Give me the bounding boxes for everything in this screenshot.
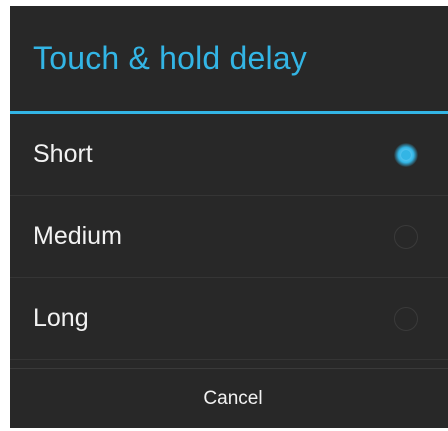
cancel-button-label: Cancel (203, 387, 263, 409)
option-short[interactable]: Short (10, 114, 448, 196)
touch-hold-delay-dialog: Touch & hold delay Short Medium Long Can… (10, 6, 448, 428)
dialog-title-bar: Touch & hold delay (10, 6, 448, 114)
radio-unchecked-icon[interactable] (394, 306, 418, 331)
option-short-label: Short (33, 140, 93, 168)
option-long[interactable]: Long (10, 278, 448, 360)
cancel-button[interactable]: Cancel (10, 368, 448, 428)
radio-checked-icon[interactable] (394, 142, 418, 167)
option-medium-label: Medium (33, 222, 122, 250)
dialog-title: Touch & hold delay (33, 40, 308, 76)
radio-unchecked-icon[interactable] (394, 224, 418, 249)
option-medium[interactable]: Medium (10, 196, 448, 278)
option-long-label: Long (33, 304, 89, 332)
